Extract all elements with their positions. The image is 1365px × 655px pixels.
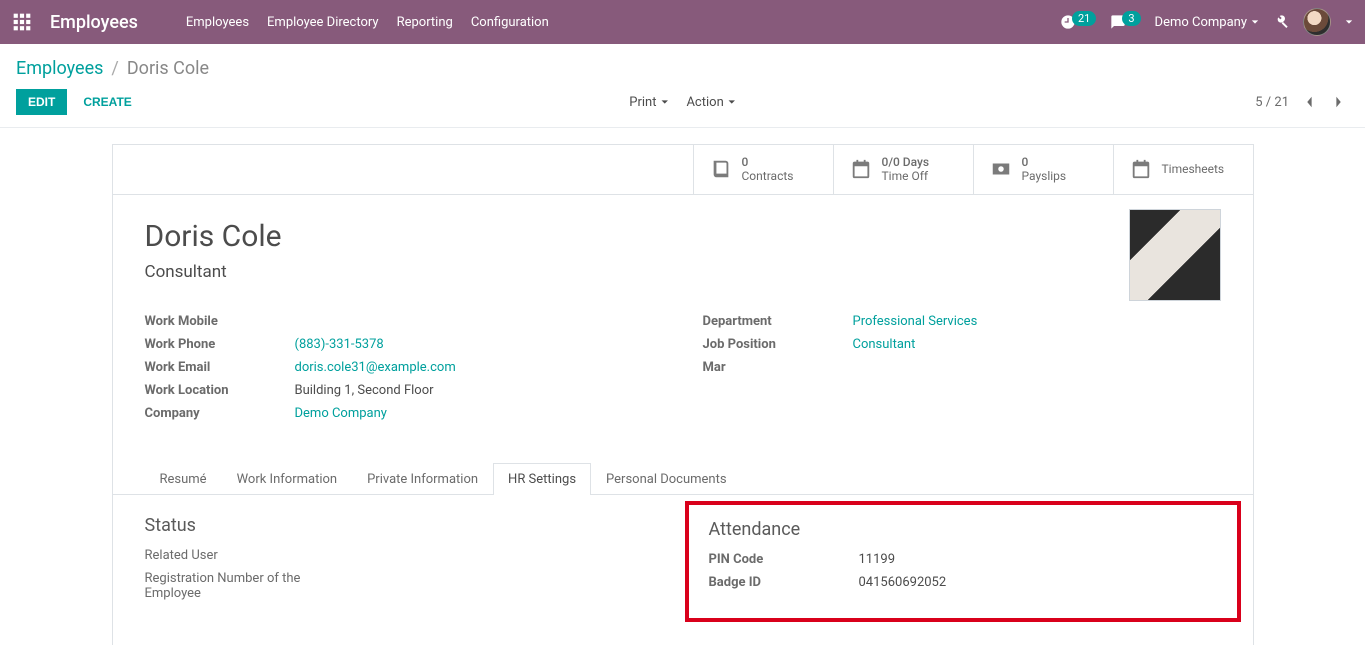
calendar-icon (850, 158, 872, 180)
control-bar: EDIT CREATE Print Action 5 / 21 (0, 85, 1365, 128)
badge-id-label: Badge ID (709, 575, 859, 590)
work-email-label: Work Email (145, 360, 295, 375)
book-icon (710, 158, 732, 180)
user-avatar[interactable] (1303, 8, 1331, 36)
stat-timeoff[interactable]: 0/0 DaysTime Off (833, 145, 973, 194)
employee-photo[interactable] (1129, 209, 1221, 301)
stat-contracts[interactable]: 0Contracts (693, 145, 833, 194)
attendance-section: Attendance PIN Code11199 Badge ID0415606… (705, 515, 1221, 609)
breadcrumb: Employees / Doris Cole (0, 44, 1365, 85)
stat-buttons: 0Contracts 0/0 DaysTime Off 0Payslips Ti… (113, 145, 1253, 195)
pager: 5 / 21 (1255, 92, 1349, 112)
activity-count: 21 (1072, 11, 1096, 26)
menu-configuration[interactable]: Configuration (471, 15, 549, 30)
breadcrumb-root[interactable]: Employees (16, 58, 103, 79)
chevron-down-icon (728, 98, 736, 106)
job-position-value[interactable]: Consultant (853, 337, 916, 352)
work-phone-label: Work Phone (145, 337, 295, 352)
related-user-label: Related User (145, 548, 295, 563)
breadcrumb-separator: / (111, 58, 118, 79)
info-col-left: Work Mobile Work Phone(883)-331-5378 Wor… (145, 314, 663, 429)
message-count: 3 (1122, 11, 1140, 26)
company-switcher[interactable]: Demo Company (1155, 15, 1259, 30)
pager-next[interactable] (1329, 92, 1349, 112)
chevron-left-icon (1304, 95, 1314, 109)
chevron-down-icon (660, 98, 668, 106)
create-button[interactable]: CREATE (79, 89, 135, 115)
company-label: Company (145, 406, 295, 421)
money-icon (990, 158, 1012, 180)
print-dropdown[interactable]: Print (629, 95, 668, 110)
status-title: Status (145, 515, 661, 536)
chevron-right-icon (1334, 95, 1344, 109)
debug-button[interactable] (1273, 14, 1289, 30)
employee-name: Doris Cole (145, 219, 1221, 254)
tab-bar: Resumé Work Information Private Informat… (113, 463, 1253, 495)
employee-title: Consultant (145, 262, 1221, 282)
content-area: 0Contracts 0/0 DaysTime Off 0Payslips Ti… (0, 128, 1365, 645)
badge-id-value: 041560692052 (859, 575, 947, 590)
attendance-highlight: Attendance PIN Code11199 Badge ID0415606… (685, 501, 1241, 622)
tools-icon (1273, 14, 1289, 30)
apps-icon[interactable] (12, 12, 32, 32)
pager-text: 5 / 21 (1255, 95, 1289, 110)
breadcrumb-current: Doris Cole (127, 58, 209, 79)
tab-hr-settings[interactable]: HR Settings (493, 463, 591, 495)
brand-title[interactable]: Employees (50, 12, 138, 33)
tab-private-info[interactable]: Private Information (352, 463, 493, 495)
company-value[interactable]: Demo Company (295, 406, 387, 421)
tab-resume[interactable]: Resumé (145, 463, 222, 495)
company-name: Demo Company (1155, 15, 1247, 30)
attendance-title: Attendance (709, 519, 1217, 540)
work-location-value: Building 1, Second Floor (295, 383, 434, 398)
pager-prev[interactable] (1299, 92, 1319, 112)
info-col-right: DepartmentProfessional Services Job Posi… (703, 314, 1221, 429)
center-actions: Print Action (629, 95, 736, 110)
work-email-value[interactable]: doris.cole31@example.com (295, 360, 456, 375)
messaging-button[interactable]: 3 (1110, 14, 1140, 30)
form-sheet: 0Contracts 0/0 DaysTime Off 0Payslips Ti… (112, 144, 1254, 645)
department-label: Department (703, 314, 853, 329)
reg-number-label: Registration Number of the Employee (145, 571, 315, 601)
tab-content: Status Related User Registration Number … (113, 495, 1253, 645)
pin-code-value: 11199 (859, 552, 896, 567)
stat-timesheets[interactable]: Timesheets (1113, 145, 1253, 194)
top-navbar: Employees Employees Employee Directory R… (0, 0, 1365, 44)
manager-label-cut: Mar (703, 360, 853, 375)
status-section: Status Related User Registration Number … (145, 515, 661, 609)
job-position-label: Job Position (703, 337, 853, 352)
stat-payslips[interactable]: 0Payslips (973, 145, 1113, 194)
activity-button[interactable]: 21 (1060, 14, 1096, 30)
calendar-icon (1130, 158, 1152, 180)
work-location-label: Work Location (145, 383, 295, 398)
action-dropdown[interactable]: Action (686, 95, 735, 110)
edit-button[interactable]: EDIT (16, 89, 67, 115)
pin-code-label: PIN Code (709, 552, 859, 567)
work-mobile-label: Work Mobile (145, 314, 295, 329)
top-right: 21 3 Demo Company (1060, 8, 1353, 36)
work-phone-value[interactable]: (883)-331-5378 (295, 337, 384, 352)
user-caret-icon[interactable] (1345, 18, 1353, 26)
tab-work-info[interactable]: Work Information (222, 463, 353, 495)
menu-directory[interactable]: Employee Directory (267, 15, 379, 30)
tab-personal-docs[interactable]: Personal Documents (591, 463, 742, 495)
employee-header: Doris Cole Consultant (113, 195, 1253, 314)
info-grid: Work Mobile Work Phone(883)-331-5378 Wor… (113, 314, 1253, 449)
menu-employees[interactable]: Employees (186, 15, 249, 30)
menu-reporting[interactable]: Reporting (397, 15, 453, 30)
top-menu: Employees Employee Directory Reporting C… (186, 15, 549, 30)
department-value[interactable]: Professional Services (853, 314, 978, 329)
chevron-down-icon (1251, 18, 1259, 26)
